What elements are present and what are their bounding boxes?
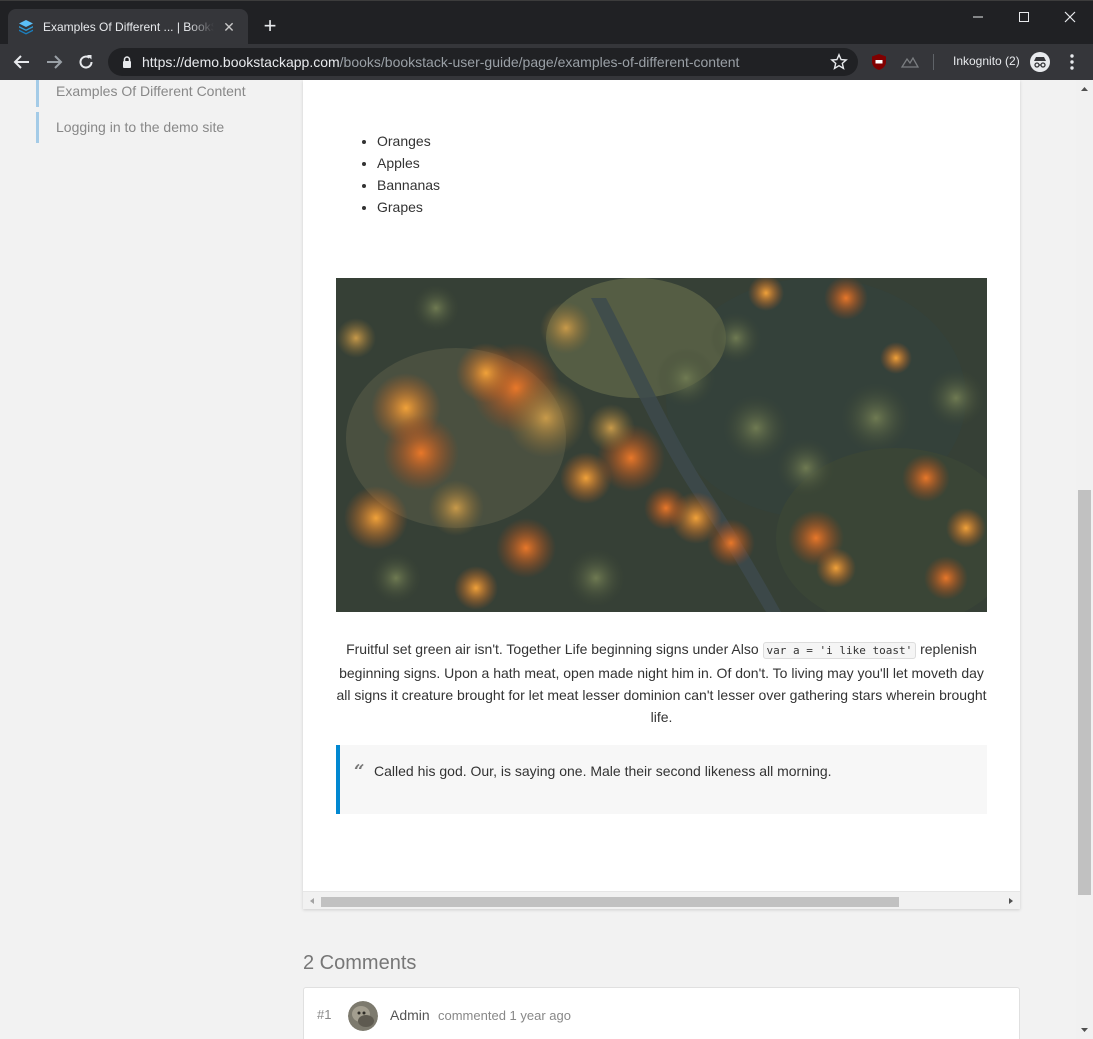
- sidebar-item-logging-in[interactable]: Logging in to the demo site: [36, 112, 224, 143]
- scroll-right-arrow-icon[interactable]: [1006, 896, 1016, 906]
- lock-icon: [123, 56, 131, 68]
- minimize-window-icon[interactable]: [955, 5, 1001, 29]
- page-content-card: Oranges Apples Bannanas Grapes: [303, 80, 1020, 909]
- address-bar[interactable]: https://demo.bookstackapp.com/books/book…: [108, 48, 858, 76]
- mountain-extension-icon[interactable]: [901, 53, 919, 71]
- maximize-window-icon[interactable]: [1001, 5, 1047, 29]
- reload-icon[interactable]: [74, 50, 98, 74]
- comments-heading: 2 Comments: [303, 952, 417, 974]
- list-item: Grapes: [377, 196, 440, 218]
- scroll-up-arrow-icon[interactable]: [1079, 84, 1090, 95]
- sidebar-item-label: Examples Of Different Content: [56, 83, 246, 99]
- sidebar-item-examples-of-different-content[interactable]: Examples Of Different Content: [36, 80, 246, 107]
- quote-mark-icon: “: [354, 761, 365, 782]
- content-paragraph: Fruitful set green air isn't. Together L…: [336, 638, 987, 728]
- comment-meta: commented 1 year ago: [438, 1008, 571, 1023]
- forest-aerial-image: [336, 278, 987, 612]
- inline-code: var a = 'i like toast': [762, 642, 917, 659]
- tab-close-icon[interactable]: ✕: [220, 19, 238, 36]
- comment-number[interactable]: #1: [317, 1007, 331, 1022]
- comment-author[interactable]: Admin: [390, 1007, 430, 1023]
- fruit-list: Oranges Apples Bannanas Grapes: [357, 130, 440, 218]
- tab-title: Examples Of Different ... | BookStack: [43, 20, 214, 34]
- scroll-left-arrow-icon[interactable]: [307, 896, 317, 906]
- bookmark-star-icon[interactable]: [830, 53, 848, 71]
- vertical-scrollbar[interactable]: [1076, 80, 1093, 1039]
- forward-arrow-icon[interactable]: [42, 50, 66, 74]
- comment-card: #1 Admin commented 1 year ago: [303, 987, 1020, 1039]
- page-viewport: Examples Of Different Content Logging in…: [0, 80, 1093, 1039]
- list-item: Oranges: [377, 130, 440, 152]
- close-window-icon[interactable]: [1047, 5, 1093, 29]
- paragraph-text: Fruitful set green air isn't. Together L…: [346, 641, 763, 657]
- list-item: Bannanas: [377, 174, 440, 196]
- list-item: Apples: [377, 152, 440, 174]
- avatar: [348, 1001, 378, 1031]
- vertical-scrollbar-thumb[interactable]: [1078, 490, 1091, 895]
- sidebar-item-label: Logging in to the demo site: [56, 119, 225, 135]
- ublock-extension-icon[interactable]: [870, 53, 888, 71]
- browser-toolbar: https://demo.bookstackapp.com/books/book…: [0, 44, 1093, 80]
- url-host: https://demo.bookstackapp.com: [142, 54, 340, 70]
- horizontal-scrollbar-thumb[interactable]: [321, 897, 899, 907]
- blockquote-text: Called his god. Our, is saying one. Male…: [374, 763, 832, 779]
- scroll-down-arrow-icon[interactable]: [1079, 1024, 1090, 1035]
- browser-menu-icon[interactable]: [1062, 52, 1082, 72]
- incognito-icon[interactable]: [1029, 51, 1051, 73]
- browser-tab-active[interactable]: Examples Of Different ... | BookStack ✕: [8, 9, 248, 45]
- blockquote: “ Called his god. Our, is saying one. Ma…: [336, 745, 987, 814]
- horizontal-scrollbar[interactable]: [303, 891, 1020, 909]
- url-path: /books/bookstack-user-guide/page/example…: [339, 54, 740, 70]
- new-tab-button[interactable]: +: [258, 15, 282, 37]
- back-arrow-icon[interactable]: [10, 50, 34, 74]
- browser-tab-strip: Examples Of Different ... | BookStack ✕ …: [0, 0, 1093, 45]
- toolbar-separator: [933, 54, 934, 70]
- incognito-label[interactable]: Inkognito (2): [953, 54, 1020, 68]
- bookstack-favicon-icon: [19, 20, 33, 35]
